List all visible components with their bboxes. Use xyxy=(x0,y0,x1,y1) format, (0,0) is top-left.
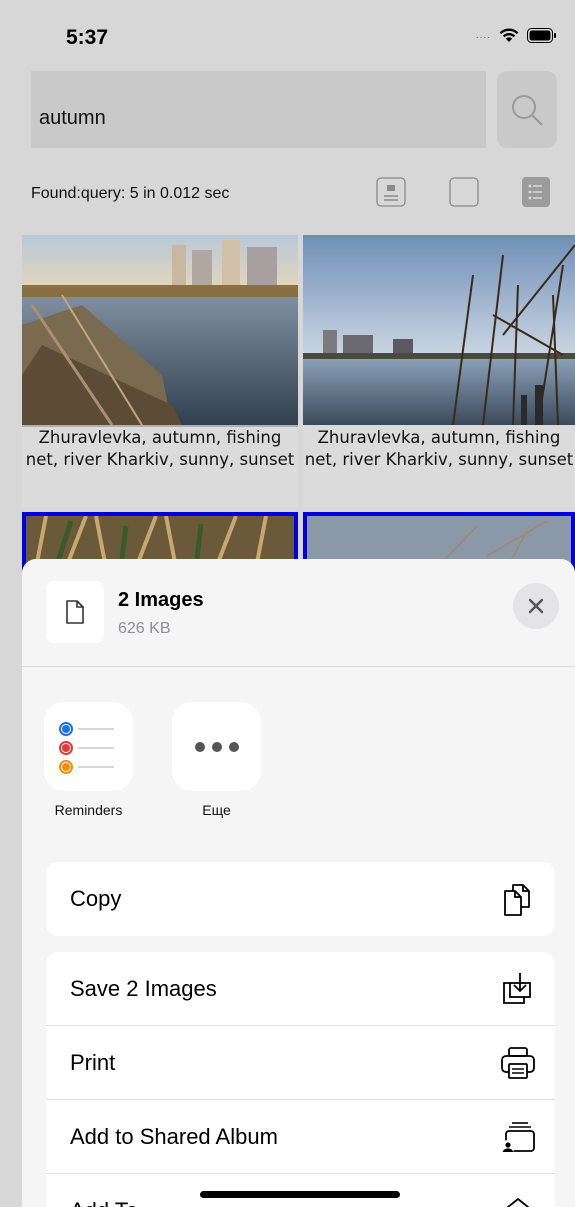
action-label: Copy xyxy=(70,886,122,911)
single-view-button[interactable] xyxy=(449,177,479,207)
photo-tile[interactable]: Zhuravlevka, autumn, fishing net, river … xyxy=(303,235,575,507)
search-icon xyxy=(512,94,543,126)
sheet-divider xyxy=(22,666,575,667)
battery-icon xyxy=(527,27,556,43)
caption-view-icon xyxy=(376,177,406,207)
action-group-primary: Copy xyxy=(46,862,555,936)
list-view-button[interactable] xyxy=(521,177,551,207)
action-label: Save 2 Images xyxy=(70,976,217,1001)
single-view-icon xyxy=(449,177,479,207)
app-screen: 5:37 .... Found:query: 5 in 0.012 sec xyxy=(0,0,575,1207)
action-label: Print xyxy=(70,1050,116,1075)
photo-caption: Zhuravlevka, autumn, fishing net, river … xyxy=(303,425,575,507)
caption-view-button[interactable] xyxy=(376,177,406,207)
app-reminders[interactable] xyxy=(44,702,133,791)
results-count: Found:query: 5 in 0.012 sec xyxy=(31,185,230,202)
action-group-secondary: Save 2 Images Print Add to Shared Album … xyxy=(46,952,555,1207)
share-sheet: 2 Images 626 KB Reminders Еще Copy Save … xyxy=(22,559,575,1207)
action-label: Add To... xyxy=(70,1198,156,1207)
wifi-icon xyxy=(499,28,519,42)
copy-action[interactable]: Copy xyxy=(46,862,555,936)
search-input[interactable] xyxy=(31,71,486,148)
add-to-icon xyxy=(499,1192,537,1207)
app-label-more: Еще xyxy=(202,802,231,818)
app-label-reminders: Reminders xyxy=(54,802,123,818)
app-more[interactable] xyxy=(172,702,261,791)
close-icon xyxy=(528,598,544,614)
status-bar: 5:37 .... xyxy=(0,0,575,60)
photo-tile[interactable]: Zhuravlevka, autumn, fishing net, river … xyxy=(22,235,298,507)
more-icon xyxy=(194,741,239,752)
home-indicator[interactable] xyxy=(200,1191,400,1198)
save-images-action[interactable]: Save 2 Images xyxy=(46,952,555,1026)
copy-icon xyxy=(499,880,537,918)
list-view-icon xyxy=(522,177,550,207)
search-button[interactable] xyxy=(497,71,557,148)
photo-caption: Zhuravlevka, autumn, fishing net, river … xyxy=(22,425,298,507)
status-icons: .... xyxy=(476,27,557,43)
action-label: Add to Shared Album xyxy=(70,1124,278,1149)
share-size: 626 KB xyxy=(118,620,171,637)
print-action[interactable]: Print xyxy=(46,1026,555,1100)
file-thumbnail xyxy=(46,581,104,643)
share-title: 2 Images xyxy=(118,589,204,611)
status-time: 5:37 xyxy=(66,26,109,49)
add-to-shared-album-action[interactable]: Add to Shared Album xyxy=(46,1100,555,1174)
close-button[interactable] xyxy=(513,583,559,629)
shared-album-icon xyxy=(499,1118,537,1156)
print-icon xyxy=(499,1044,537,1082)
document-icon xyxy=(66,600,84,624)
signal-dots-icon: .... xyxy=(475,29,491,41)
save-icon xyxy=(499,970,537,1008)
reminders-icon xyxy=(58,721,114,774)
